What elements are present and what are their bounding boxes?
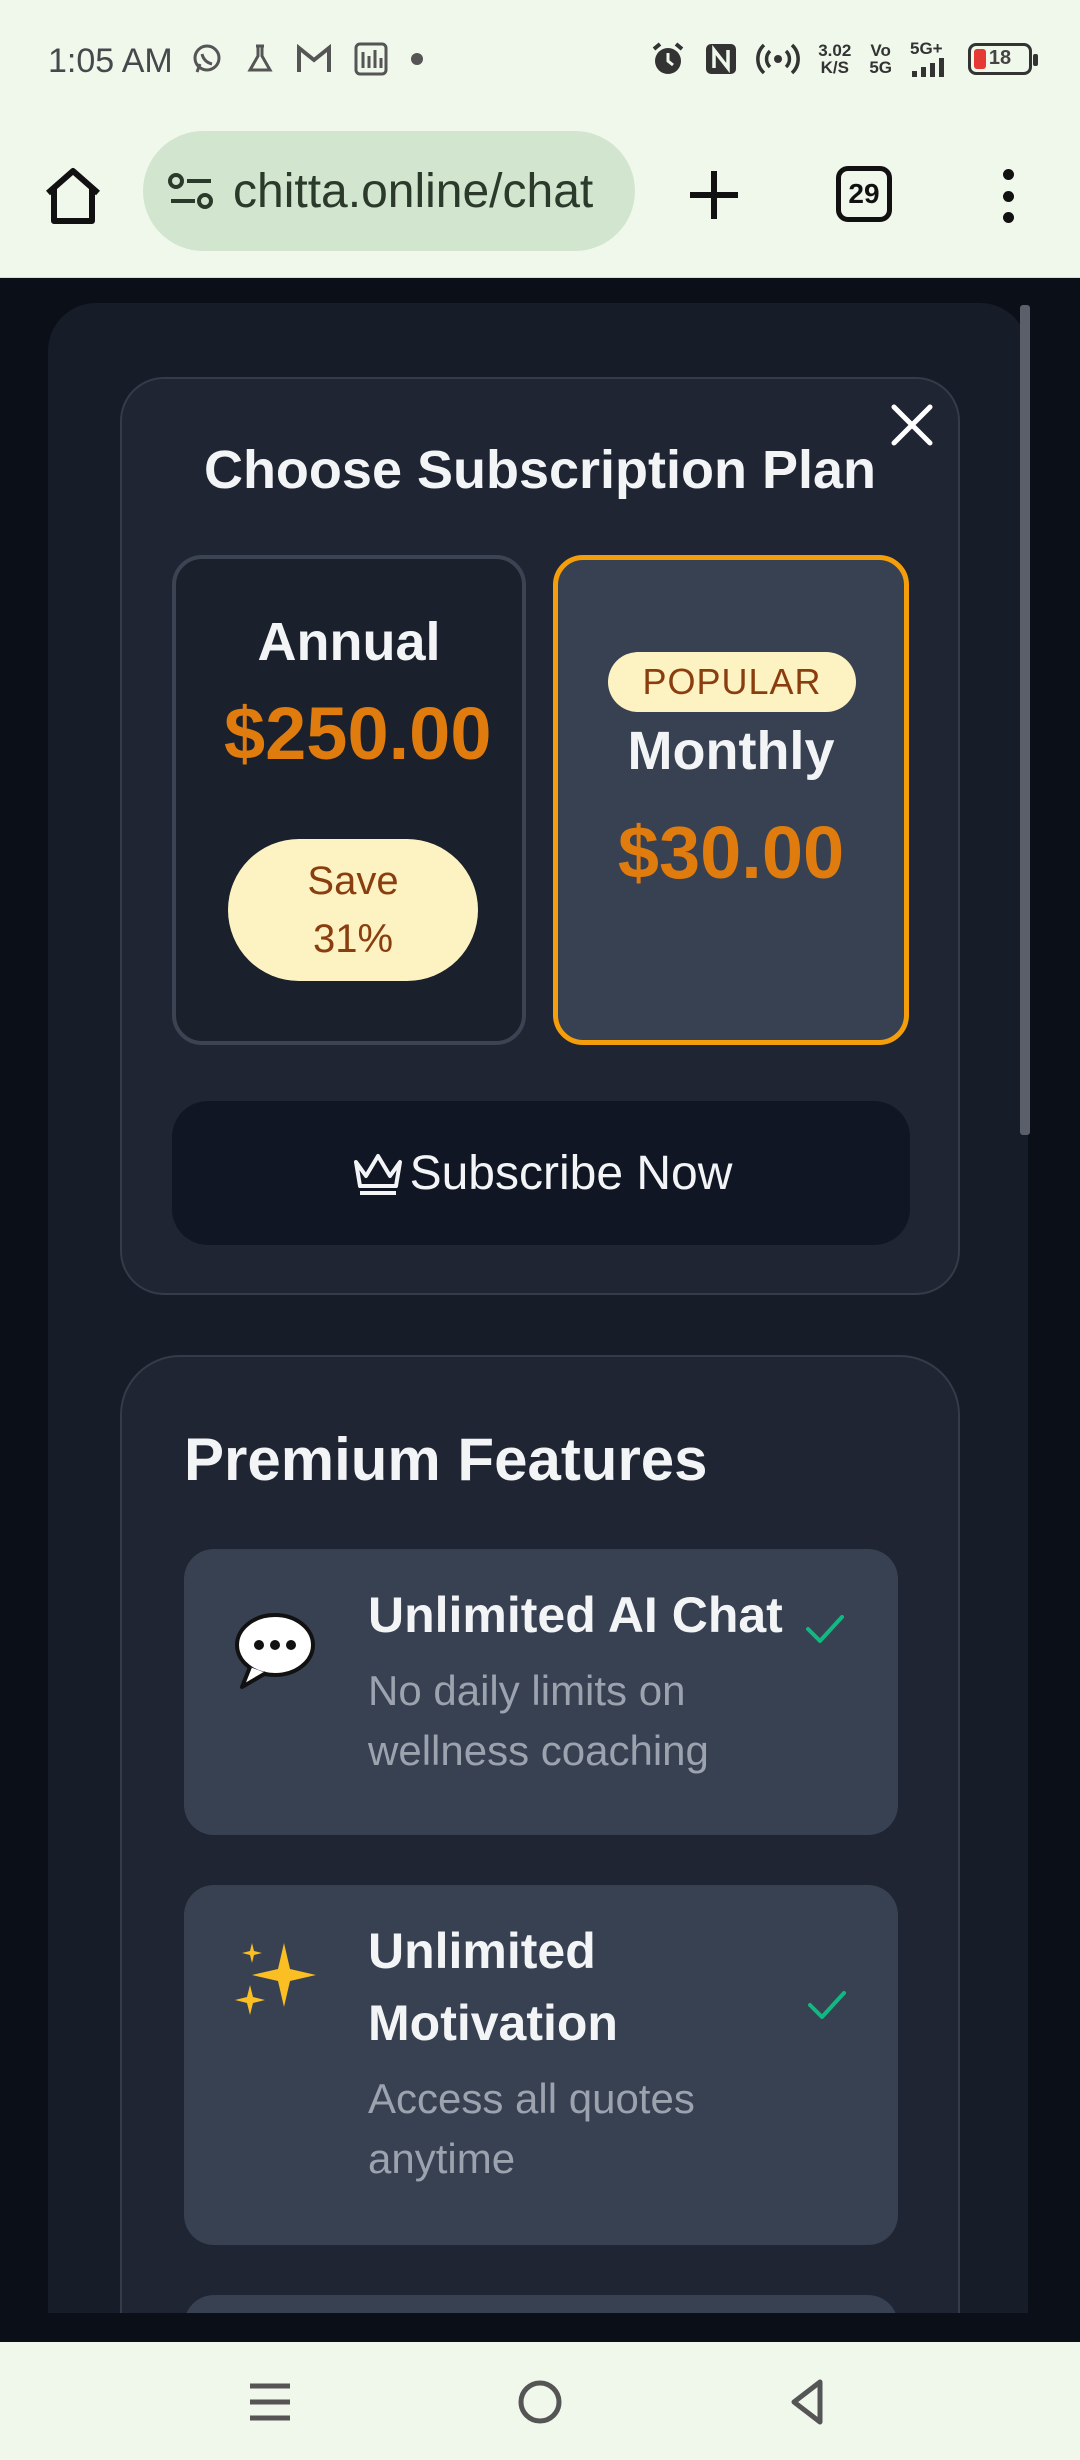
gmail-icon	[297, 44, 331, 72]
annual-plan-option[interactable]: Annual $250.00 Save 31%	[172, 555, 526, 1045]
net-speed-unit: K/S	[820, 57, 849, 77]
popular-badge: POPULAR	[608, 652, 856, 712]
volte-top: Vo	[870, 40, 891, 60]
battery-icon: 18	[968, 42, 1038, 75]
annual-plan-name: Annual	[257, 612, 441, 672]
signal-icon	[912, 58, 944, 77]
feature-desc-line2: wellness coaching	[368, 1727, 709, 1774]
nfc-icon	[706, 43, 737, 74]
whatsapp-icon	[193, 44, 221, 73]
feature-desc-line2: anytime	[368, 2135, 516, 2182]
save-badge-line1: Save	[307, 859, 399, 903]
status-bar: 1:05 AM 3.02 K/S Vo 5G 5G+ 18	[0, 0, 1080, 125]
url-text: chitta.online/chat	[233, 164, 594, 218]
monthly-plan-option[interactable]: POPULAR Monthly $30.00	[553, 555, 909, 1045]
home-nav-icon[interactable]	[510, 2372, 570, 2432]
volte-indicator: Vo 5G	[869, 42, 892, 76]
save-badge: Save 31%	[228, 839, 478, 981]
back-icon[interactable]	[778, 2372, 838, 2432]
check-icon	[806, 1615, 844, 1643]
feature-title-line1: Unlimited	[368, 1923, 596, 1979]
net-speed-value: 3.02	[818, 40, 852, 60]
site-settings-icon[interactable]	[167, 171, 215, 211]
net-speed: 3.02 K/S	[818, 42, 851, 76]
address-bar[interactable]: chitta.online/chat	[143, 131, 635, 251]
monthly-plan-price: $30.00	[617, 811, 845, 894]
premium-features-card: Premium Features Unlimited AI Chat No da…	[120, 1355, 960, 2313]
signal-group: 5G+	[910, 40, 950, 77]
feature-desc-line1: No daily limits on	[368, 1667, 686, 1714]
system-icons: 3.02 K/S Vo 5G 5G+ 18	[650, 40, 1038, 77]
check-icon	[808, 1991, 846, 2019]
browser-toolbar: chitta.online/chat 29	[0, 125, 1080, 278]
new-tab-icon[interactable]	[686, 167, 742, 223]
battery-level-fill	[974, 48, 986, 69]
overflow-menu-icon[interactable]	[990, 163, 1026, 229]
feature-desc-line1: Access all quotes	[368, 2075, 695, 2122]
subscribe-now-button[interactable]: Subscribe Now	[172, 1101, 910, 1245]
network-type: 5G+	[910, 39, 943, 58]
save-badge-line2: 31%	[312, 917, 394, 961]
status-time: 1:05 AM	[48, 42, 173, 80]
notification-icons	[190, 42, 424, 76]
hotspot-icon	[756, 43, 801, 74]
scrollbar[interactable]	[1020, 305, 1030, 1135]
sparkles-icon	[235, 1943, 316, 2015]
feature-item-partial	[184, 2295, 898, 2313]
feature-title: Unlimited AI Chat	[368, 1587, 783, 1643]
tab-switcher-button[interactable]: 29	[836, 166, 892, 222]
system-navigation-bar	[0, 2342, 1080, 2460]
web-page: Choose Subscription Plan Annual $250.00 …	[0, 279, 1080, 2313]
features-title: Premium Features	[184, 1426, 708, 1493]
subscription-plan-card: Choose Subscription Plan Annual $250.00 …	[120, 377, 960, 1295]
crown-icon	[353, 1154, 402, 1195]
monthly-plan-name: Monthly	[627, 721, 835, 781]
speech-bubble-icon	[235, 1613, 315, 1689]
volte-bottom: 5G	[869, 57, 892, 77]
alarm-icon	[652, 41, 684, 74]
feature-title-line2: Motivation	[368, 1995, 618, 2051]
home-icon[interactable]	[40, 163, 106, 229]
battery-level: 18	[988, 47, 1012, 69]
chart-app-icon	[354, 42, 388, 76]
feature-item-unlimited-chat: Unlimited AI Chat No daily limits on wel…	[184, 1549, 898, 1835]
annual-plan-price: $250.00	[224, 692, 492, 775]
subscribe-label: Subscribe Now	[409, 1146, 733, 1200]
plan-title: Choose Subscription Plan	[203, 440, 877, 500]
dot-icon	[411, 53, 423, 65]
recent-apps-icon[interactable]	[240, 2372, 300, 2432]
feature-item-unlimited-motivation: Unlimited Motivation Access all quotes a…	[184, 1885, 898, 2245]
flask-icon	[247, 44, 273, 72]
